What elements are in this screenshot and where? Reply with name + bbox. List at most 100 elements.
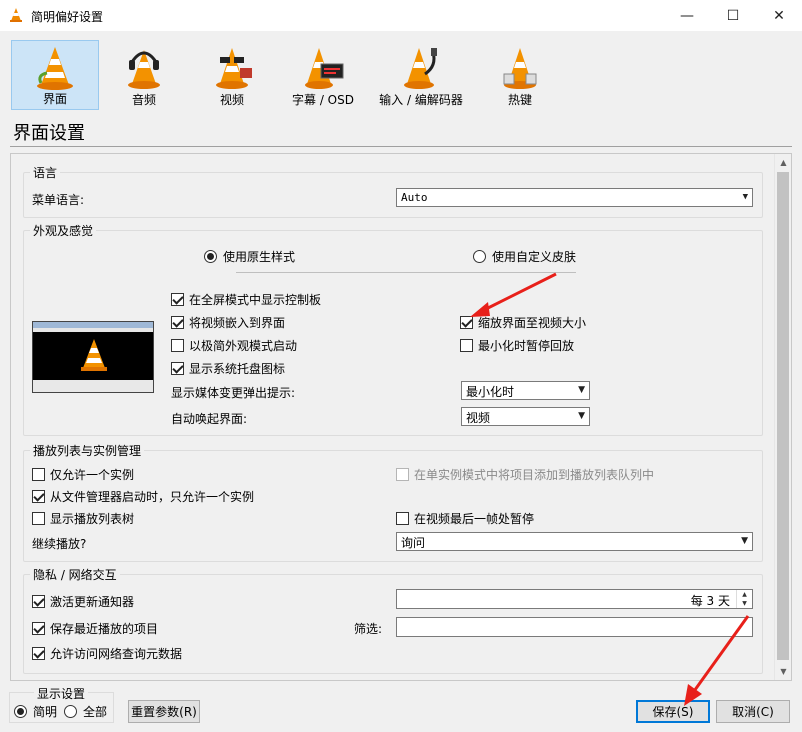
spin-arrows-icon[interactable]: ▲ ▼ bbox=[736, 590, 752, 608]
update-interval-value: 每 3 天 bbox=[690, 594, 730, 608]
checkbox-checked-icon bbox=[171, 316, 184, 329]
embed-video-label: 将视频嵌入到界面 bbox=[189, 316, 286, 330]
radio-selected-icon bbox=[204, 250, 217, 263]
media-popup-select[interactable]: 最小化时 ▼ bbox=[461, 381, 590, 400]
fullscreen-controls-checkbox[interactable]: 在全屏模式中显示控制板 bbox=[171, 291, 321, 308]
update-notify-label: 激活更新通知器 bbox=[50, 595, 135, 609]
scrollbar-thumb[interactable] bbox=[777, 172, 789, 660]
fullscreen-controls-label: 在全屏模式中显示控制板 bbox=[189, 293, 322, 307]
cancel-button[interactable]: 取消(C) bbox=[716, 700, 790, 723]
settings-scroll-area[interactable]: 语言 菜单语言: Auto ▼ 外观及感觉 使用原生样式 使用自定义皮肤 在全屏… bbox=[10, 153, 792, 681]
checkbox-checked-icon bbox=[32, 647, 45, 660]
close-button[interactable]: ✕ bbox=[756, 0, 802, 31]
file-manager-one-instance-checkbox[interactable]: 从文件管理器启动时，只允许一个实例 bbox=[32, 488, 254, 505]
checkbox-empty-icon bbox=[171, 339, 184, 352]
menu-language-value: Auto bbox=[401, 191, 428, 204]
headphones-cone-icon bbox=[128, 50, 160, 89]
page-title: 界面设置 bbox=[13, 123, 85, 144]
category-label: 音频 bbox=[131, 93, 156, 107]
category-hotkeys[interactable]: 热键 bbox=[480, 40, 560, 110]
checkbox-empty-icon bbox=[396, 512, 409, 525]
continue-playback-value: 询问 bbox=[401, 536, 426, 550]
hotkey-cone-icon bbox=[503, 48, 537, 89]
pause-last-frame-checkbox[interactable]: 在视频最后一帧处暂停 bbox=[396, 510, 534, 527]
embed-video-checkbox[interactable]: 将视频嵌入到界面 bbox=[171, 314, 285, 331]
all-mode-radio[interactable]: 全部 bbox=[64, 703, 107, 720]
checkbox-empty-icon bbox=[460, 339, 473, 352]
filter-label: 筛选: bbox=[354, 622, 383, 636]
checkbox-checked-icon bbox=[460, 316, 473, 329]
save-button[interactable]: 保存(S) bbox=[636, 700, 710, 723]
custom-skin-radio[interactable]: 使用自定义皮肤 bbox=[473, 248, 576, 265]
native-style-label: 使用原生样式 bbox=[223, 250, 296, 264]
vertical-scrollbar[interactable]: ▲ ▼ bbox=[774, 154, 791, 680]
update-notify-checkbox[interactable]: 激活更新通知器 bbox=[32, 593, 134, 610]
one-instance-label: 仅允许一个实例 bbox=[50, 468, 135, 482]
category-audio[interactable]: 音频 bbox=[104, 40, 184, 110]
media-popup-label: 显示媒体变更弹出提示: bbox=[171, 386, 296, 400]
enqueue-one-instance-label: 在单实例模式中将项目添加到播放列表队列中 bbox=[414, 468, 655, 482]
category-label: 界面 bbox=[42, 92, 67, 106]
checkbox-empty-icon bbox=[396, 468, 409, 481]
subtitle-cone-icon bbox=[305, 48, 344, 89]
window-title: 简明偏好设置 bbox=[31, 10, 104, 24]
enqueue-one-instance-checkbox[interactable]: 在单实例模式中将项目添加到播放列表队列中 bbox=[396, 466, 654, 483]
minimize-button[interactable]: — bbox=[664, 0, 710, 31]
category-video[interactable]: 视频 bbox=[192, 40, 272, 110]
native-style-radio[interactable]: 使用原生样式 bbox=[204, 248, 295, 265]
radio-empty-icon bbox=[64, 705, 77, 718]
category-label: 热键 bbox=[507, 93, 532, 107]
checkbox-checked-icon bbox=[32, 622, 45, 635]
simple-mode-radio[interactable]: 简明 bbox=[14, 703, 57, 720]
raise-interface-select[interactable]: 视频 ▼ bbox=[461, 407, 590, 426]
maximize-button[interactable]: ☐ bbox=[710, 0, 756, 31]
metadata-access-label: 允许访问网络查询元数据 bbox=[50, 647, 183, 661]
scroll-down-icon[interactable]: ▼ bbox=[775, 663, 791, 680]
systray-checkbox[interactable]: 显示系统托盘图标 bbox=[171, 360, 285, 377]
radio-empty-icon bbox=[473, 250, 486, 263]
metadata-access-checkbox[interactable]: 允许访问网络查询元数据 bbox=[32, 645, 182, 662]
category-subtitles-osd[interactable]: 字幕 / OSD bbox=[278, 40, 368, 110]
checkbox-empty-icon bbox=[32, 468, 45, 481]
continue-playback-select[interactable]: 询问 ▼ bbox=[396, 532, 753, 551]
resize-to-video-checkbox[interactable]: 缩放界面至视频大小 bbox=[460, 314, 586, 331]
raise-interface-value: 视频 bbox=[466, 411, 491, 425]
language-group-title: 语言 bbox=[30, 164, 61, 181]
playlist-tree-checkbox[interactable]: 显示播放列表树 bbox=[32, 510, 134, 527]
menu-language-select[interactable]: Auto ▼ bbox=[396, 188, 753, 207]
playlist-tree-label: 显示播放列表树 bbox=[50, 512, 135, 526]
chevron-down-icon: ▼ bbox=[578, 411, 585, 421]
media-popup-value: 最小化时 bbox=[466, 385, 515, 399]
playlist-group-title: 播放列表与实例管理 bbox=[30, 442, 145, 459]
category-label: 输入 / 编解码器 bbox=[379, 93, 463, 107]
chevron-down-icon: ▼ bbox=[741, 536, 748, 546]
menu-language-label: 菜单语言: bbox=[32, 193, 85, 207]
filter-input[interactable] bbox=[396, 617, 753, 637]
update-interval-spinbox[interactable]: 每 3 天 ▲ ▼ bbox=[396, 589, 753, 609]
file-manager-one-instance-label: 从文件管理器启动时，只允许一个实例 bbox=[50, 490, 255, 504]
checkbox-empty-icon bbox=[32, 512, 45, 525]
minimal-mode-checkbox[interactable]: 以极简外观模式启动 bbox=[171, 337, 297, 354]
style-divider bbox=[236, 272, 576, 273]
category-label: 字幕 / OSD bbox=[292, 93, 354, 107]
save-recent-checkbox[interactable]: 保存最近播放的项目 bbox=[32, 620, 158, 637]
pause-minimized-label: 最小化时暂停回放 bbox=[478, 339, 575, 353]
interface-preview-image bbox=[32, 321, 154, 393]
category-input-codecs[interactable]: 输入 / 编解码器 bbox=[372, 40, 470, 110]
title-bar: 简明偏好设置 — ☐ ✕ bbox=[0, 0, 802, 31]
category-label: 视频 bbox=[219, 93, 244, 107]
title-divider bbox=[10, 146, 792, 147]
pause-last-frame-label: 在视频最后一帧处暂停 bbox=[414, 512, 535, 526]
category-interface[interactable]: 界面 bbox=[11, 40, 99, 110]
pause-minimized-checkbox[interactable]: 最小化时暂停回放 bbox=[460, 337, 574, 354]
vlc-cone-icon bbox=[37, 47, 73, 90]
scroll-up-icon[interactable]: ▲ bbox=[775, 154, 791, 171]
chevron-down-icon: ▼ bbox=[742, 192, 748, 202]
checkbox-checked-icon bbox=[171, 362, 184, 375]
simple-mode-label: 简明 bbox=[33, 705, 58, 719]
systray-label: 显示系统托盘图标 bbox=[189, 362, 286, 376]
all-mode-label: 全部 bbox=[83, 705, 108, 719]
glasses-cone-icon bbox=[216, 48, 252, 89]
one-instance-checkbox[interactable]: 仅允许一个实例 bbox=[32, 466, 134, 483]
reset-button[interactable]: 重置参数(R) bbox=[128, 700, 200, 723]
